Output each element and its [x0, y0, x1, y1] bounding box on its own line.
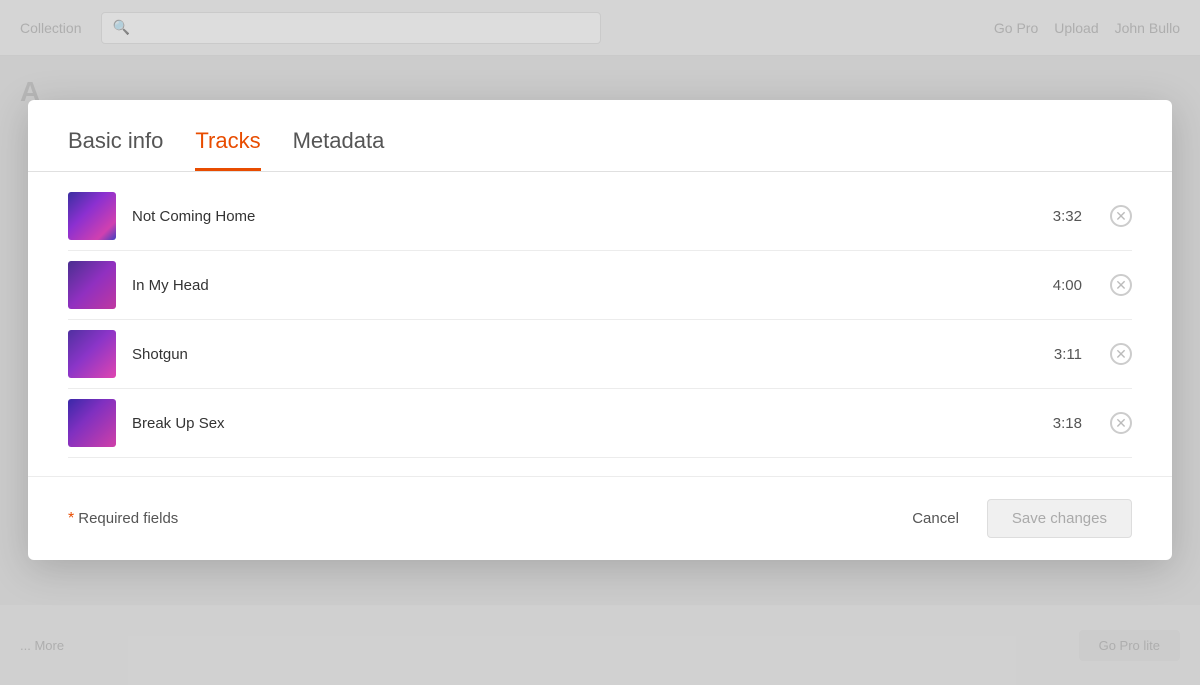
track-title: Shotgun [132, 346, 1038, 363]
track-row: Not Coming Home 3:32 ✕ [68, 182, 1132, 251]
required-star: * [68, 510, 74, 527]
track-remove-button[interactable]: ✕ [1110, 343, 1132, 365]
track-thumbnail [68, 261, 116, 309]
tab-basic-info[interactable]: Basic info [68, 128, 163, 171]
tab-tracks[interactable]: Tracks [195, 128, 260, 171]
track-thumb-image [68, 261, 116, 309]
track-duration: 3:11 [1054, 346, 1082, 363]
edit-modal: Basic info Tracks Metadata Not Coming Ho… [28, 100, 1172, 560]
track-row: In My Head 4:00 ✕ [68, 251, 1132, 320]
track-thumb-image [68, 330, 116, 378]
track-row: Break Up Sex 3:18 ✕ [68, 389, 1132, 458]
track-remove-button[interactable]: ✕ [1110, 205, 1132, 227]
required-label: Required fields [78, 510, 178, 527]
modal-footer: *Required fields Cancel Save changes [28, 476, 1172, 560]
track-remove-button[interactable]: ✕ [1110, 274, 1132, 296]
track-list: Not Coming Home 3:32 ✕ In My Head 4:00 ✕… [28, 172, 1172, 468]
track-duration: 4:00 [1053, 277, 1082, 294]
track-thumb-image [68, 192, 116, 240]
track-thumbnail [68, 399, 116, 447]
tab-metadata[interactable]: Metadata [293, 128, 385, 171]
track-row: Shotgun 3:11 ✕ [68, 320, 1132, 389]
required-fields-text: *Required fields [68, 510, 892, 528]
track-thumbnail [68, 192, 116, 240]
track-title: Break Up Sex [132, 415, 1037, 432]
track-remove-button[interactable]: ✕ [1110, 412, 1132, 434]
cancel-button[interactable]: Cancel [892, 500, 979, 537]
track-thumb-image [68, 399, 116, 447]
track-duration: 3:18 [1053, 415, 1082, 432]
track-thumbnail [68, 330, 116, 378]
track-duration: 3:32 [1053, 208, 1082, 225]
track-title: Not Coming Home [132, 208, 1037, 225]
modal-tabs: Basic info Tracks Metadata [28, 100, 1172, 172]
track-title: In My Head [132, 277, 1037, 294]
save-changes-button[interactable]: Save changes [987, 499, 1132, 538]
